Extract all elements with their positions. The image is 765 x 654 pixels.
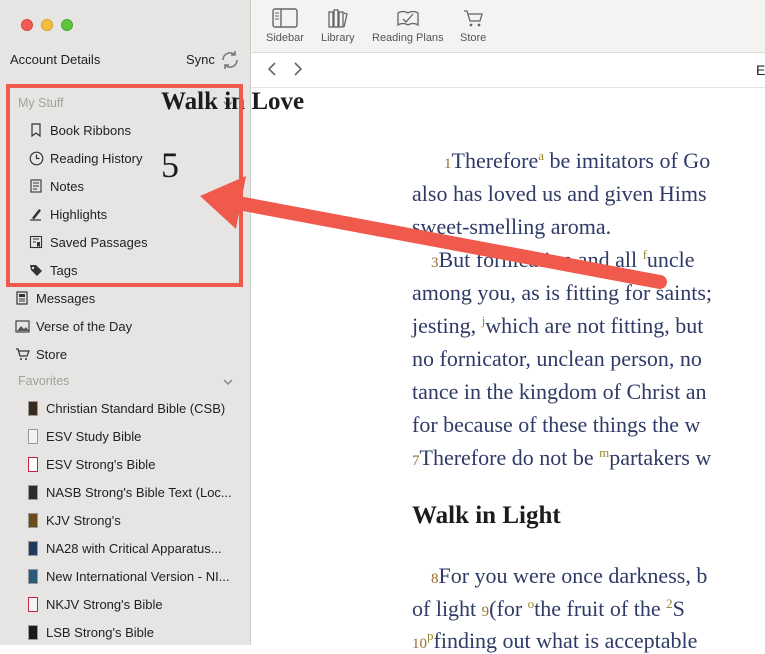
verse-number: 3	[431, 255, 439, 271]
book-title: NA28 with Critical Apparatus...	[46, 540, 222, 556]
sync-label[interactable]: Sync	[186, 52, 215, 67]
toolbar-label: Reading Plans	[372, 32, 444, 44]
verse-text: Therefore	[451, 148, 539, 173]
close-window-button[interactable]	[21, 19, 33, 31]
cart-icon	[14, 346, 30, 362]
verse-text: be imitators of Go	[544, 148, 711, 173]
verse-number: 1	[444, 156, 452, 172]
reading-plans-icon	[397, 10, 419, 27]
sidebar-item-messages[interactable]: Messages	[14, 287, 244, 309]
favorite-book[interactable]: NA28 with Critical Apparatus...	[28, 537, 250, 559]
book-title: ESV Study Bible	[46, 428, 142, 444]
sidebar-item-label: Messages	[36, 290, 96, 306]
book-title: KJV Strong's	[46, 512, 121, 528]
book-title: NASB Strong's Bible Text (Loc...	[46, 484, 232, 500]
toolbar: Sidebar Library Reading Plans Store	[251, 0, 765, 53]
sidebar-item-store[interactable]: Store	[14, 343, 244, 365]
favorite-book[interactable]: ESV Study Bible	[28, 425, 250, 447]
book-title: LSB Strong's Bible	[46, 624, 154, 640]
favorite-book[interactable]: New International Version - NI...	[28, 565, 250, 587]
favorites-header[interactable]: Favorites	[18, 374, 69, 388]
book-title-fragment[interactable]: E	[756, 62, 765, 78]
section-heading: Walk in Light	[412, 502, 561, 529]
favorite-book[interactable]: ESV Strong's Bible	[28, 453, 250, 475]
chevron-down-icon[interactable]	[222, 376, 234, 388]
verse-text: finding out what is acceptable	[433, 628, 698, 653]
sidebar-icon	[272, 8, 298, 28]
book-cover-icon	[28, 596, 38, 612]
favorite-book[interactable]: Christian Standard Bible (CSB)	[28, 397, 250, 419]
image-icon	[14, 318, 30, 334]
book-title: NKJV Strong's Bible	[46, 596, 163, 612]
verse-line: 10pfinding out what is acceptable	[412, 628, 697, 654]
verse-line: also has loved us and given Hims	[412, 181, 707, 206]
verse-text: uncle	[646, 247, 695, 272]
favorite-book[interactable]: NASB Strong's Bible Text (Loc...	[28, 481, 250, 503]
favorite-book[interactable]: LSB Strong's Bible	[28, 621, 250, 643]
reader-nav-bar	[251, 53, 765, 88]
account-details-link[interactable]: Account Details	[10, 52, 100, 67]
verse-text: of light	[412, 596, 482, 621]
library-icon	[328, 9, 348, 28]
toolbar-label: Store	[460, 32, 487, 44]
toolbar-label: Sidebar	[266, 32, 304, 44]
verse-text: jesting,	[412, 313, 482, 338]
toolbar-label: Library	[321, 32, 355, 44]
favorite-book[interactable]: NKJV Strong's Bible	[28, 593, 250, 615]
verse-line: tance in the kingdom of Christ an	[412, 379, 707, 404]
verse-line: no fornicator, unclean person, no	[412, 346, 702, 371]
book-cover-icon	[28, 456, 38, 472]
verse-text: the fruit of the	[534, 596, 667, 621]
sidebar-toggle-button[interactable]: Sidebar	[266, 8, 304, 44]
verse-line: 1Thereforea be imitators of Go	[444, 148, 710, 174]
book-title: ESV Strong's Bible	[46, 456, 156, 472]
sync-icon[interactable]	[218, 48, 242, 72]
verse-line: jesting, jwhich are not fitting, but	[412, 313, 703, 339]
book-title: New International Version - NI...	[46, 568, 230, 584]
sidebar-item-label: Verse of the Day	[36, 318, 133, 334]
book-cover-icon	[28, 540, 38, 556]
footnote-marker[interactable]: m	[599, 445, 609, 460]
library-button[interactable]: Library	[321, 8, 355, 44]
book-cover-icon	[28, 624, 38, 640]
cart-icon	[464, 10, 484, 27]
verse-text: which are not fitting, but	[485, 313, 704, 338]
sidebar-item-label: Store	[36, 346, 68, 362]
zoom-window-button[interactable]	[61, 19, 73, 31]
verse-number: 7	[412, 453, 420, 469]
verse-text: partakers w	[609, 445, 712, 470]
book-cover-icon	[28, 428, 38, 444]
book-title: Christian Standard Bible (CSB)	[46, 400, 226, 416]
book-cover-icon	[28, 568, 38, 584]
forward-arrow-icon[interactable]	[289, 61, 305, 77]
verse-text: S	[672, 596, 685, 621]
book-cover-icon	[28, 512, 38, 528]
sidebar-item-verse-of-the-day[interactable]: Verse of the Day	[14, 315, 244, 337]
verse-line: of light 9(for othe fruit of the 2S	[412, 596, 685, 622]
verse-line: 8For you were once darkness, b	[431, 563, 707, 589]
verse-line: among you, as is fitting for saints;	[412, 280, 713, 305]
verse-line: sweet-smelling aroma.	[412, 214, 612, 239]
verse-text: But fornication and all	[438, 247, 643, 272]
verse-number: 10	[412, 636, 427, 652]
verse-line: for because of these things the w	[412, 412, 701, 437]
verse-text: For you were once darkness, b	[438, 563, 708, 588]
reading-plans-button[interactable]: Reading Plans	[372, 8, 444, 44]
favorite-book[interactable]: KJV Strong's	[28, 509, 250, 531]
store-button[interactable]: Store	[460, 8, 486, 44]
back-arrow-icon[interactable]	[265, 61, 281, 77]
verse-line: 3But fornication and all funcle	[431, 247, 695, 273]
book-cover-icon	[28, 400, 38, 416]
verse-text: (for	[489, 596, 528, 621]
annotation-highlight-box	[6, 84, 243, 287]
messages-icon	[14, 290, 30, 306]
verse-text: Therefore do not be	[419, 445, 600, 470]
verse-line: 7Therefore do not be mpartakers w	[412, 445, 711, 471]
verse-number: 8	[431, 571, 439, 587]
minimize-window-button[interactable]	[41, 19, 53, 31]
book-cover-icon	[28, 484, 38, 500]
